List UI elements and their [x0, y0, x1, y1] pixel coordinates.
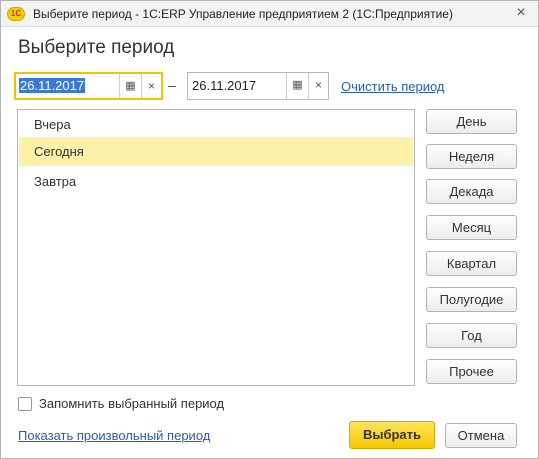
remember-checkbox[interactable] [18, 397, 32, 411]
app-logo-icon: 1С [7, 7, 25, 21]
period-dialog: 1С Выберите период - 1С:ERP Управление п… [0, 0, 539, 459]
select-button[interactable]: Выбрать [349, 421, 435, 449]
custom-period-link[interactable]: Показать произвольный период [18, 428, 210, 443]
calendar-icon[interactable]: ▦ [286, 73, 308, 99]
quarter-button[interactable]: Квартал [426, 251, 517, 276]
list-item-today[interactable]: Сегодня [19, 137, 413, 166]
list-item-yesterday[interactable]: Вчера [19, 110, 413, 139]
remember-label[interactable]: Запомнить выбранный период [39, 396, 224, 411]
clear-icon[interactable]: × [141, 74, 161, 98]
list-item-tomorrow[interactable]: Завтра [19, 167, 413, 196]
month-button[interactable]: Месяц [426, 215, 517, 240]
title-bar: 1С Выберите период - 1С:ERP Управление п… [1, 1, 538, 27]
clear-icon[interactable]: × [308, 73, 328, 99]
cancel-button[interactable]: Отмена [445, 423, 517, 448]
period-list[interactable]: Вчера Сегодня Завтра [17, 109, 415, 386]
day-button[interactable]: День [426, 109, 517, 134]
clear-period-link[interactable]: Очистить период [341, 79, 445, 94]
page-title: Выберите период [18, 37, 175, 58]
other-button[interactable]: Прочее [426, 359, 517, 384]
decade-button[interactable]: Декада [426, 179, 517, 204]
window-title: Выберите период - 1С:ERP Управление пред… [33, 7, 453, 21]
calendar-icon[interactable]: ▦ [119, 74, 141, 98]
half-year-button[interactable]: Полугодие [426, 287, 517, 312]
date-to-field[interactable]: 26.11.2017 ▦ × [187, 72, 329, 100]
week-button[interactable]: Неделя [426, 144, 517, 169]
close-icon[interactable]: × [512, 4, 530, 22]
year-button[interactable]: Год [426, 323, 517, 348]
range-separator: – [168, 77, 176, 93]
date-from-value[interactable]: 26.11.2017 [19, 78, 86, 93]
date-from-field[interactable]: 26.11.2017 ▦ × [14, 72, 163, 100]
date-to-value[interactable]: 26.11.2017 [192, 78, 256, 93]
